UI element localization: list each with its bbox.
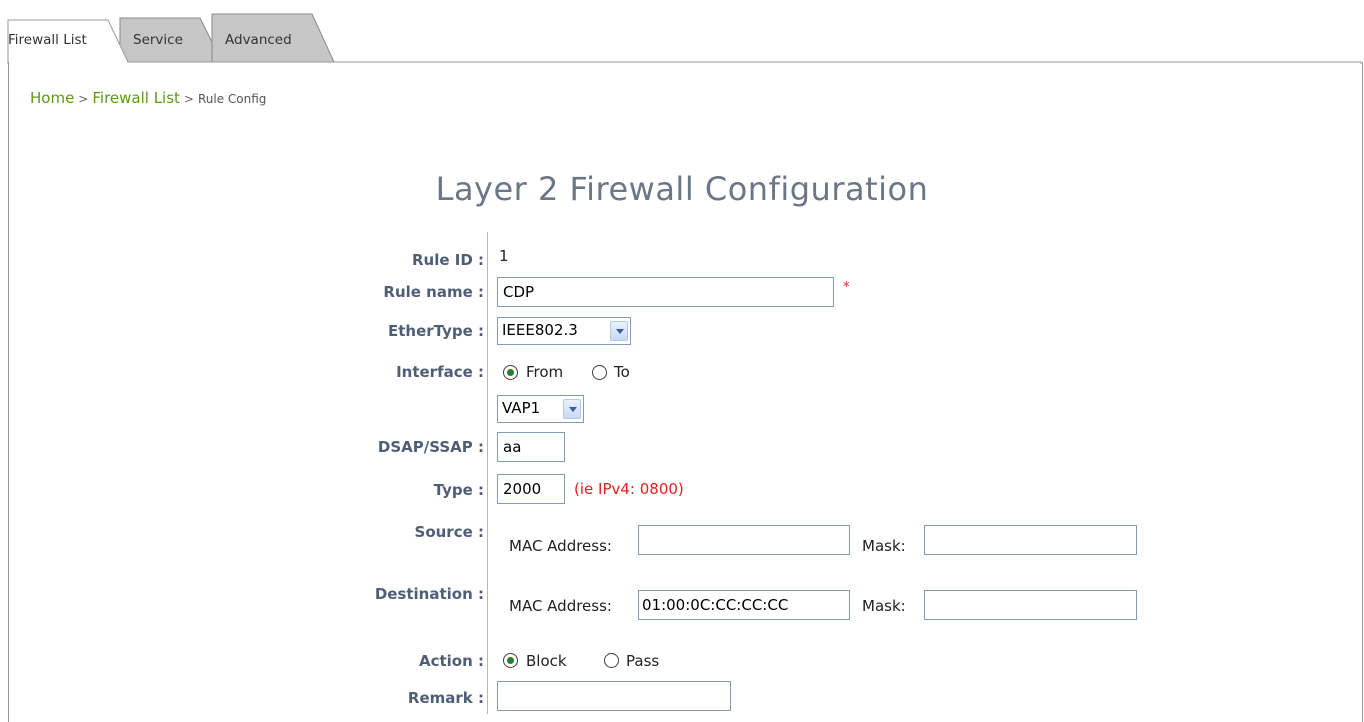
- action-block-radio[interactable]: [503, 653, 518, 668]
- interface-label: Interface :: [396, 363, 484, 381]
- source-label: Source :: [414, 523, 484, 541]
- action-block-label: Block: [526, 652, 567, 670]
- breadcrumb: Home > Firewall List > Rule Config: [30, 89, 266, 107]
- destination-mask-label: Mask:: [862, 597, 906, 615]
- destination-mac-label: MAC Address:: [509, 597, 612, 615]
- rule-id-label: Rule ID :: [411, 251, 484, 269]
- tab-advanced[interactable]: Advanced: [225, 32, 292, 48]
- content-panel: [8, 62, 1363, 722]
- breadcrumb-current: Rule Config: [197, 92, 267, 106]
- remark-label: Remark :: [407, 689, 484, 707]
- source-mask-label: Mask:: [862, 537, 906, 555]
- breadcrumb-separator: >: [78, 92, 89, 106]
- breadcrumb-separator: >: [183, 92, 194, 106]
- interface-from-radio[interactable]: [503, 365, 518, 380]
- breadcrumb-firewall-list-link[interactable]: Firewall List: [92, 89, 180, 107]
- type-input[interactable]: [497, 474, 565, 504]
- rule-name-label: Rule name :: [383, 283, 484, 301]
- ethertype-selected: IEEE802.3: [502, 321, 578, 339]
- dsap-ssap-label: DSAP/SSAP :: [377, 438, 484, 456]
- chevron-down-icon: [563, 399, 581, 419]
- source-mask-input[interactable]: [924, 525, 1137, 555]
- tab-bar: Firewall List Service Advanced: [0, 0, 1364, 64]
- required-mark: *: [843, 280, 850, 295]
- rule-name-input[interactable]: [497, 277, 834, 307]
- page-title: Layer 2 Firewall Configuration: [435, 170, 929, 208]
- ethertype-label: EtherType :: [387, 322, 484, 340]
- action-label: Action :: [418, 652, 484, 670]
- ethertype-select[interactable]: IEEE802.3: [497, 317, 631, 345]
- tab-service[interactable]: Service: [133, 32, 183, 48]
- dsap-ssap-input[interactable]: [497, 432, 565, 462]
- action-pass-label: Pass: [626, 652, 660, 670]
- rule-id-value: 1: [499, 247, 509, 265]
- breadcrumb-home-link[interactable]: Home: [30, 89, 74, 107]
- destination-mask-input[interactable]: [924, 590, 1137, 620]
- interface-select[interactable]: VAP1: [497, 395, 584, 423]
- interface-selected: VAP1: [502, 399, 541, 417]
- tab-shapes: [7, 13, 1362, 64]
- interface-from-label: From: [526, 363, 564, 381]
- interface-to-label: To: [614, 363, 630, 381]
- destination-mac-input[interactable]: [638, 590, 850, 620]
- type-hint: (ie IPv4: 0800): [574, 480, 684, 498]
- form-divider: [487, 232, 488, 714]
- source-mac-input[interactable]: [638, 525, 850, 555]
- tab-firewall-list[interactable]: Firewall List: [8, 32, 87, 48]
- chevron-down-icon: [610, 321, 628, 341]
- type-label: Type :: [433, 481, 484, 499]
- action-pass-radio[interactable]: [604, 653, 619, 668]
- source-mac-label: MAC Address:: [509, 537, 612, 555]
- destination-label: Destination :: [374, 585, 484, 603]
- interface-to-radio[interactable]: [592, 365, 607, 380]
- remark-input[interactable]: [497, 681, 731, 711]
